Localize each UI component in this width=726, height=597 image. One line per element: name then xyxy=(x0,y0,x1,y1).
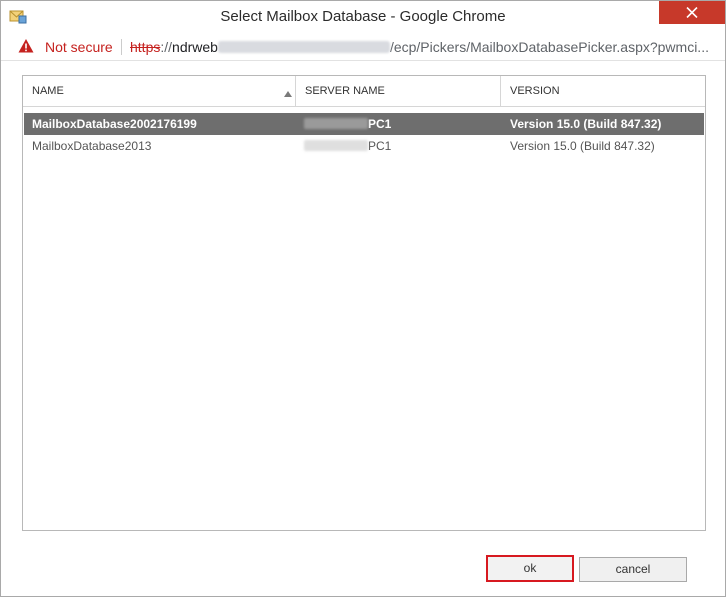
column-header-server-name[interactable]: SERVER NAME xyxy=(296,76,501,106)
url-separator: :// xyxy=(160,39,173,55)
table-row[interactable]: MailboxDatabase2002176199 PC1 Version 15… xyxy=(24,113,704,135)
cancel-button[interactable]: cancel xyxy=(579,557,687,582)
column-header-label: VERSION xyxy=(510,85,560,97)
url-text[interactable]: https://ndrweb/ecp/Pickers/MailboxDataba… xyxy=(130,39,720,55)
address-bar: Not secure https://ndrweb/ecp/Pickers/Ma… xyxy=(1,32,725,61)
database-version: Version 15.0 (Build 847.32) xyxy=(510,117,662,131)
server-suffix: PC1 xyxy=(368,139,392,153)
column-header-name[interactable]: NAME xyxy=(23,76,296,106)
redacted-server xyxy=(304,140,368,151)
ok-button[interactable]: ok xyxy=(486,555,574,582)
redacted-host xyxy=(217,41,390,53)
database-list: NAME SERVER NAME VERSION MailboxDatabase… xyxy=(22,75,706,531)
security-status[interactable]: Not secure xyxy=(45,39,113,55)
list-header: NAME SERVER NAME VERSION xyxy=(23,76,705,107)
column-header-label: NAME xyxy=(32,85,64,97)
server-suffix: PC1 xyxy=(368,117,392,131)
table-row[interactable]: MailboxDatabase2013 PC1 Version 15.0 (Bu… xyxy=(24,135,704,157)
database-version: Version 15.0 (Build 847.32) xyxy=(510,139,655,153)
database-name: MailboxDatabase2002176199 xyxy=(32,117,197,131)
close-button[interactable] xyxy=(659,1,725,24)
column-header-version[interactable]: VERSION xyxy=(501,76,705,106)
database-name: MailboxDatabase2013 xyxy=(32,139,152,153)
title-bar: Select Mailbox Database - Google Chrome xyxy=(1,1,725,32)
popup-window: Select Mailbox Database - Google Chrome … xyxy=(0,0,726,597)
address-divider xyxy=(121,39,122,55)
server-name: PC1 xyxy=(304,117,391,131)
url-host: ndrweb xyxy=(172,39,218,55)
column-header-label: SERVER NAME xyxy=(305,85,385,97)
server-name: PC1 xyxy=(304,139,391,153)
sort-ascending-icon xyxy=(284,88,292,100)
url-scheme: https xyxy=(130,39,161,55)
warning-triangle-icon xyxy=(18,38,34,54)
window-title: Select Mailbox Database - Google Chrome xyxy=(220,8,506,25)
close-icon xyxy=(686,7,698,18)
redacted-server xyxy=(304,118,368,129)
url-path: /ecp/Pickers/MailboxDatabasePicker.aspx?… xyxy=(389,39,709,55)
